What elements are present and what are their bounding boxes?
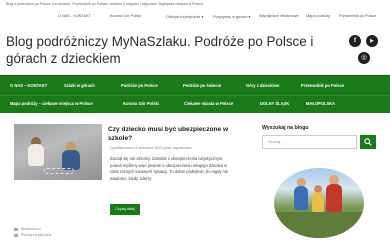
person-figure	[326, 184, 342, 212]
post-categories: Wiadomości Porady turystyczne	[14, 227, 52, 239]
topnav-item-przewodnik[interactable]: Przewodnik po Polsce	[339, 14, 376, 18]
child-figure	[62, 150, 80, 170]
nav-item-gory[interactable]: Góry z dzieckiem	[246, 83, 279, 88]
nav-item-korona[interactable]: Korona Gór Polski	[123, 101, 159, 106]
topnav-item-mapa[interactable]: Mapa podróży	[306, 14, 330, 18]
chalk-drawing	[44, 168, 74, 174]
nav-divider	[0, 95, 390, 96]
nav-item-przewodnik[interactable]: Przewodnik po Polsce	[301, 83, 344, 88]
search-icon	[364, 138, 372, 146]
nav-item-polska[interactable]: Podróże po Polsce	[121, 83, 158, 88]
nav-item-mapa[interactable]: Mapa podróży – ciekawe miejsca w Polsce	[10, 101, 93, 106]
post-meta: Opublikowano 12 września 2023 przez myna…	[110, 146, 192, 150]
topnav-item-wspolprace[interactable]: Współprace reklamowe	[259, 14, 298, 18]
family-photo	[274, 168, 364, 238]
search-button[interactable]	[360, 135, 376, 149]
top-navigation: O NAS - KONTAKT Korona Gór Polski Odkryt…	[0, 14, 390, 21]
folder-icon	[14, 227, 18, 231]
nav-item-szlaki[interactable]: Szlaki w górach	[64, 83, 95, 88]
landscape	[274, 212, 364, 238]
child-figure	[28, 144, 44, 166]
search-input[interactable]: Szukaj …	[262, 135, 357, 149]
person-figure	[294, 186, 308, 210]
read-more-button[interactable]: Czytaj dalej	[110, 204, 140, 215]
sidebar-search-title: Wyszukaj na blogu	[262, 125, 309, 131]
topnav-item-contact[interactable]: O NAS - KONTAKT	[58, 14, 91, 18]
folder-icon	[14, 233, 18, 237]
nav-item-malopolska[interactable]: MAŁOPOLSKA	[306, 101, 335, 106]
youtube-icon[interactable]: ▶	[366, 35, 378, 47]
topnav-item-korona[interactable]: Korona Gór Polski	[110, 14, 141, 18]
nav-item-dolnyslask[interactable]: DOLNY ŚLĄSK	[260, 101, 289, 106]
post-thumbnail[interactable]	[14, 124, 102, 180]
post-excerpt: Zaczął się rok szkolny. Zamiast o ubezpi…	[110, 156, 229, 181]
post-title[interactable]: Czy dziecko musi być ubezpieczone w szko…	[108, 125, 243, 143]
instagram-icon[interactable]: ◎	[358, 52, 370, 64]
facebook-icon[interactable]: f	[349, 35, 361, 47]
site-title[interactable]: Blog podróżniczy MyNaSzlaku. Podróże po …	[6, 33, 346, 67]
person-figure	[312, 192, 324, 212]
nav-item-miasta[interactable]: Ciekawe miasta w Polsce	[184, 101, 233, 106]
nav-item-swiat[interactable]: Podróże po świecie	[183, 83, 221, 88]
site-tagline: Blog o podróżach po Polsce i po świecie.…	[6, 2, 204, 6]
topnav-item-odkryte[interactable]: Odkryte turystycznie ▾	[166, 14, 203, 19]
topnav-item-pozytywny[interactable]: Pozytywny w górach ▾	[213, 14, 251, 19]
top-bar: Blog o podróżach po Polsce i po świecie.…	[0, 0, 390, 8]
category-item[interactable]: Porady turystyczne	[14, 233, 52, 239]
nav-item-onas[interactable]: O NAS – KONTAKT	[10, 83, 47, 88]
main-navigation: O NAS – KONTAKT Szlaki w górach Podróże …	[0, 75, 390, 113]
